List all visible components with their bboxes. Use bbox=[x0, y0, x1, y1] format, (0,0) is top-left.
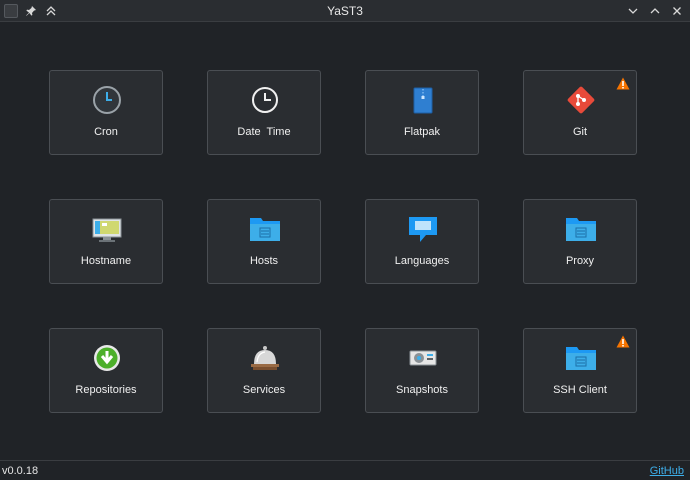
git-icon bbox=[564, 83, 598, 117]
module-tile-flatpak[interactable]: Flatpak bbox=[365, 70, 479, 155]
module-label: Repositories bbox=[75, 384, 137, 396]
app-window: YaST3 Cron Date Time Flatpak Git Hostnam… bbox=[0, 0, 690, 480]
title-bar-right bbox=[626, 0, 684, 22]
chat-bubble-icon bbox=[406, 212, 440, 246]
module-tile-git[interactable]: Git bbox=[523, 70, 637, 155]
folder-icon bbox=[564, 212, 598, 246]
module-tile-languages[interactable]: Languages bbox=[365, 199, 479, 284]
module-tile-snapshots[interactable]: Snapshots bbox=[365, 328, 479, 413]
close-icon[interactable] bbox=[670, 4, 684, 18]
minimize-icon[interactable] bbox=[626, 4, 640, 18]
module-tile-proxy[interactable]: Proxy bbox=[523, 199, 637, 284]
module-label: Services bbox=[242, 384, 286, 396]
module-label: Flatpak bbox=[403, 126, 441, 138]
computer-icon bbox=[90, 212, 124, 246]
module-tile-date-time[interactable]: Date Time bbox=[207, 70, 321, 155]
module-tile-hostname[interactable]: Hostname bbox=[49, 199, 163, 284]
module-label: Proxy bbox=[565, 255, 595, 267]
maximize-icon[interactable] bbox=[648, 4, 662, 18]
service-bell-icon bbox=[248, 341, 282, 375]
clock-icon bbox=[90, 83, 124, 117]
module-label: Snapshots bbox=[396, 384, 448, 396]
folder-icon bbox=[564, 341, 598, 375]
module-grid: Cron Date Time Flatpak Git Hostname Host… bbox=[0, 22, 690, 460]
package-icon bbox=[406, 83, 440, 117]
title-bar[interactable]: YaST3 bbox=[0, 0, 690, 22]
module-tile-repositories[interactable]: Repositories bbox=[49, 328, 163, 413]
module-label: Git bbox=[572, 126, 588, 138]
version-label: v0.0.18 bbox=[2, 465, 39, 477]
status-bar: v0.0.18 GitHub bbox=[0, 460, 690, 480]
module-label: Hosts bbox=[249, 255, 279, 267]
module-label: Hostname bbox=[80, 255, 132, 267]
module-label: SSH Client bbox=[553, 384, 607, 396]
module-label: Languages bbox=[394, 255, 450, 267]
module-tile-services[interactable]: Services bbox=[207, 328, 321, 413]
download-icon bbox=[90, 341, 124, 375]
window-title: YaST3 bbox=[327, 4, 363, 18]
warning-icon bbox=[616, 335, 630, 348]
github-link[interactable]: GitHub bbox=[650, 461, 684, 480]
disk-icon bbox=[406, 341, 440, 375]
module-label: Cron bbox=[94, 126, 118, 138]
folder-icon bbox=[248, 212, 282, 246]
module-tile-cron[interactable]: Cron bbox=[49, 70, 163, 155]
clock-white-icon bbox=[248, 83, 282, 117]
module-tile-hosts[interactable]: Hosts bbox=[207, 199, 321, 284]
module-tile-ssh-client[interactable]: SSH Client bbox=[523, 328, 637, 413]
warning-icon bbox=[616, 77, 630, 90]
module-label: Date Time bbox=[237, 126, 291, 138]
